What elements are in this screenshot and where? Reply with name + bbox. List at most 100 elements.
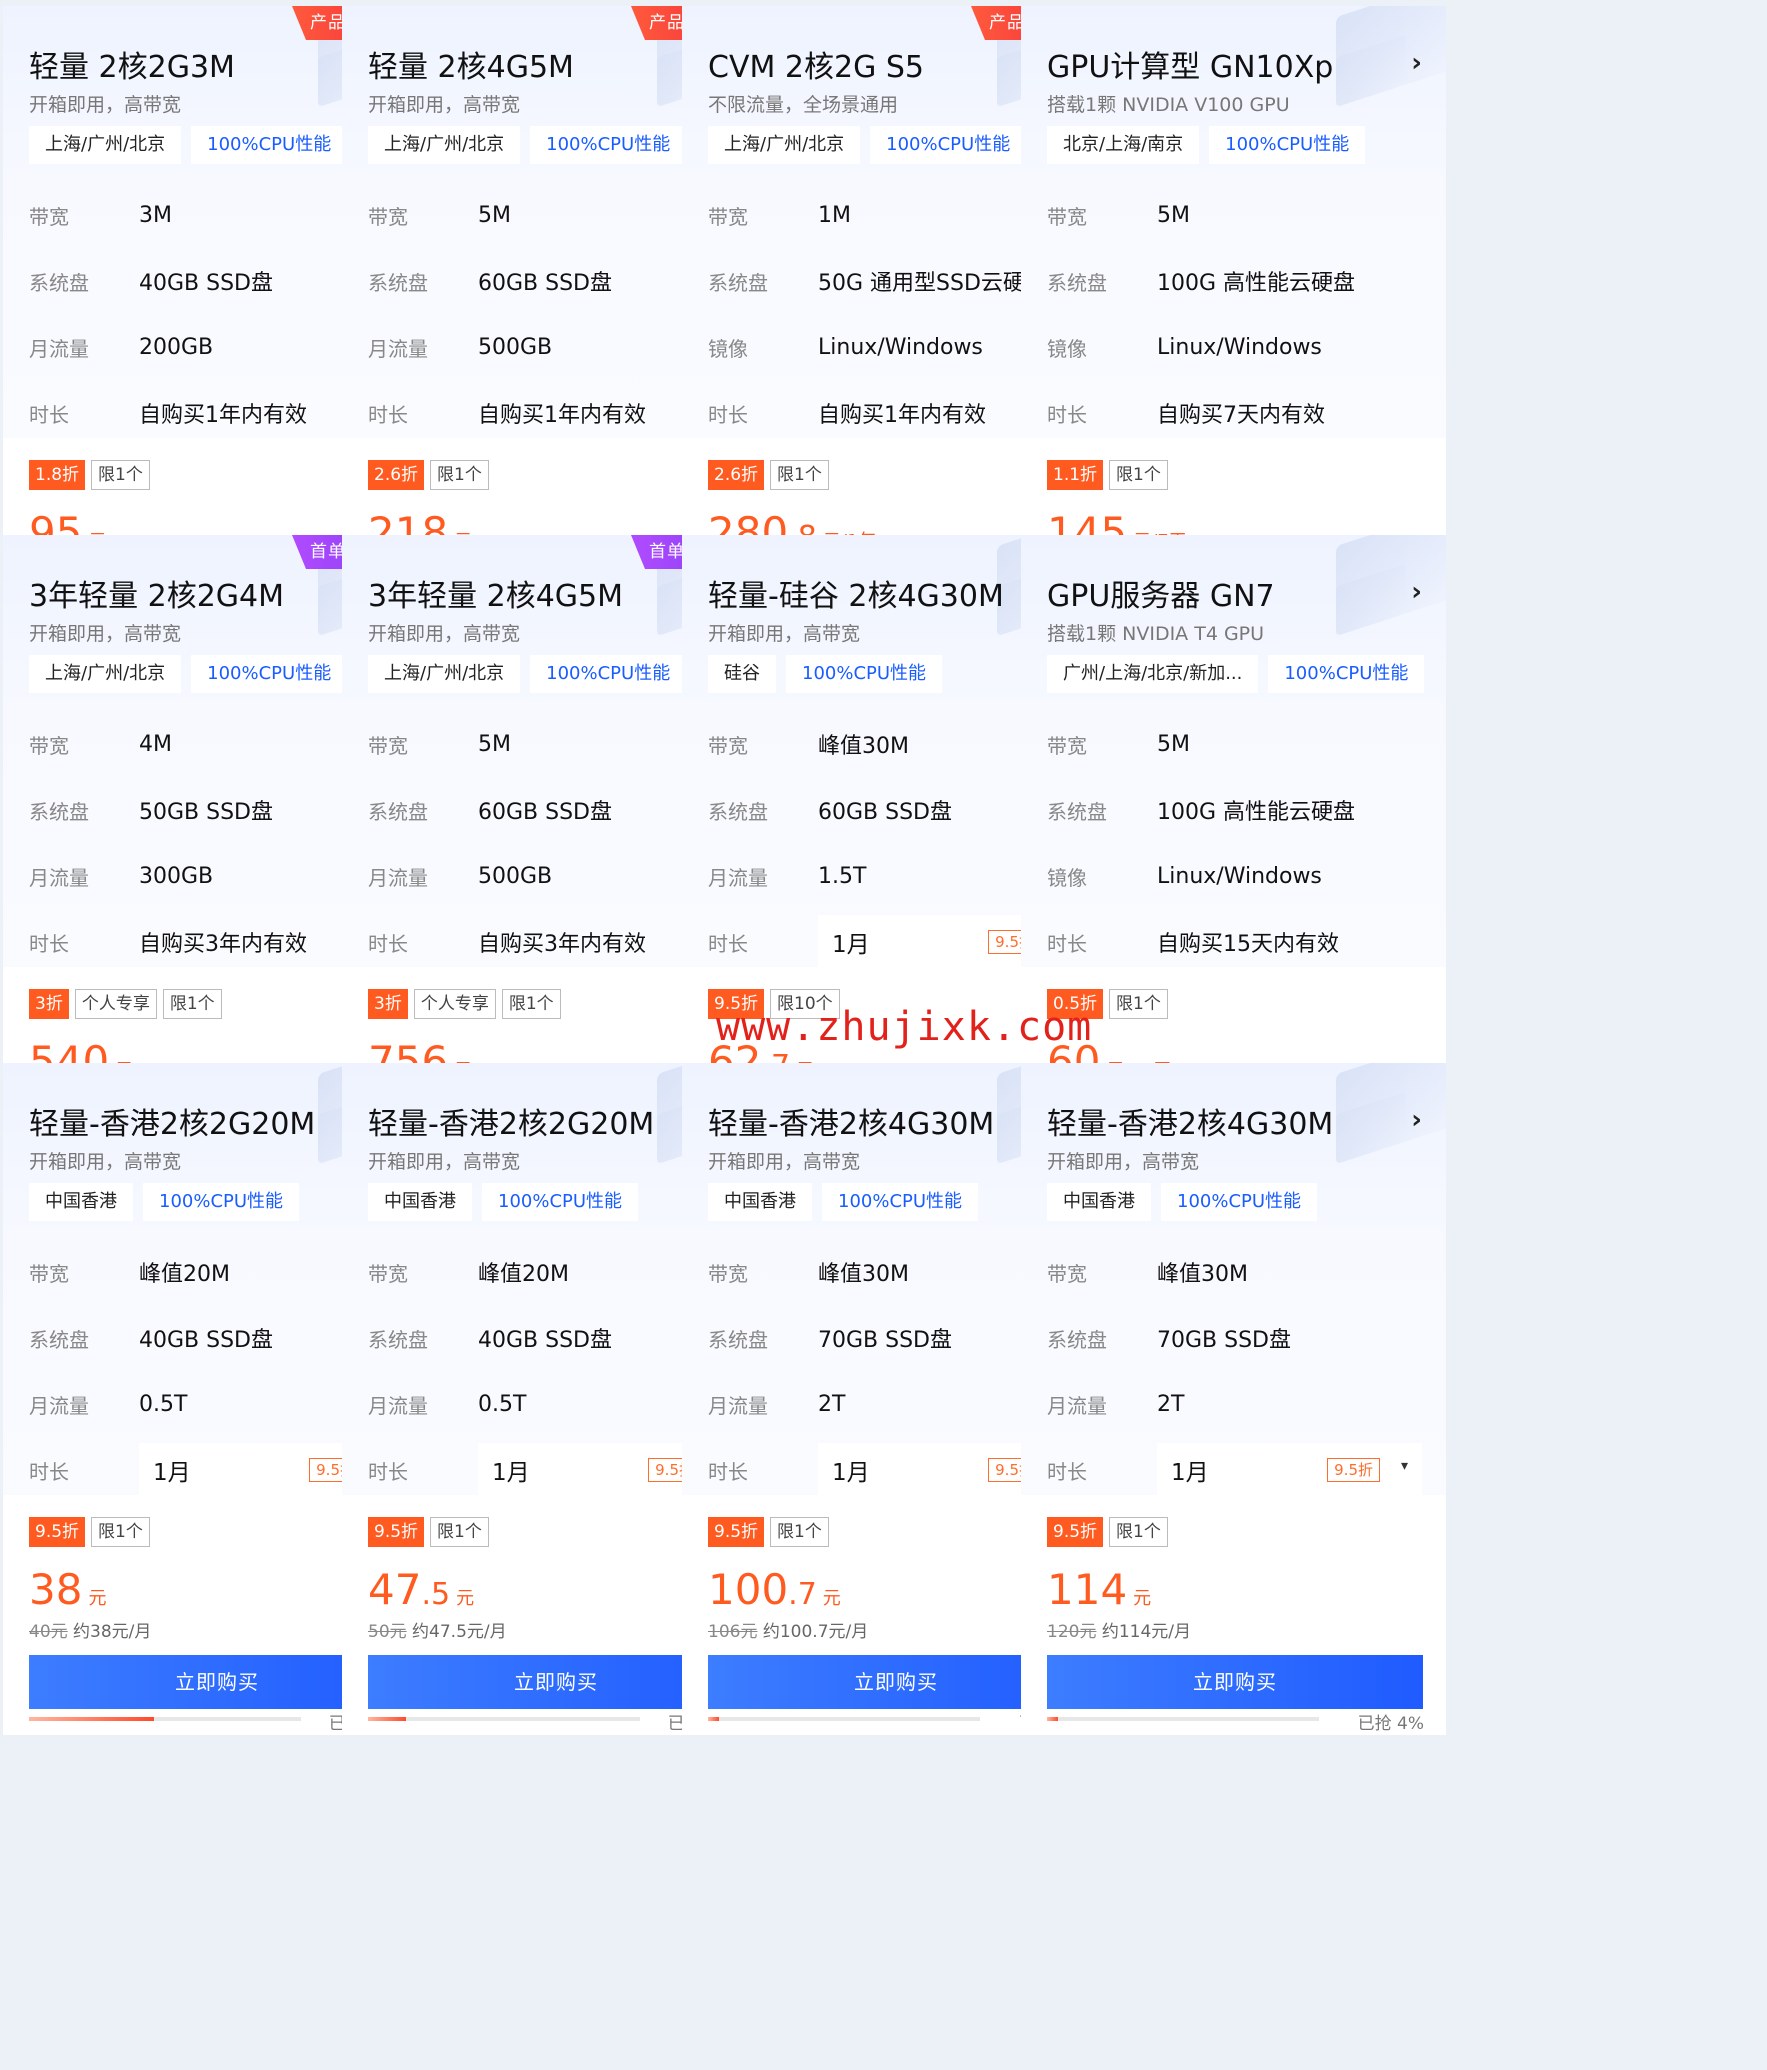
spec-label: 月流量: [368, 865, 428, 890]
tag-row: 上海/广州/北京 100%CPU性能: [29, 655, 348, 693]
duration-select[interactable]: 1月 9.5折 ▾: [1157, 1443, 1422, 1497]
per-unit-price: 约47.5元/月: [412, 1622, 507, 1642]
spec-value: 500GB: [478, 863, 553, 889]
product-subtitle: 开箱即用，高带宽: [368, 94, 521, 116]
product-title[interactable]: 轻量 2核2G3M: [29, 42, 235, 86]
spec-row: 带宽 峰值30M: [1047, 1239, 1422, 1305]
badge-row: 9.5折 限1个: [1047, 1517, 1168, 1547]
badge-row: 2.6折 限1个: [368, 460, 489, 490]
product-subtitle: 开箱即用，高带宽: [29, 94, 182, 116]
product-title[interactable]: GPU计算型 GN10Xp: [1047, 42, 1333, 86]
duration-value: 1月: [832, 1460, 870, 1486]
chevron-right-icon[interactable]: ›: [1411, 48, 1422, 78]
spec-label: 系统盘: [708, 1327, 768, 1352]
sold-progress-fill: [29, 1717, 155, 1721]
spec-value: Linux/Windows: [1157, 334, 1322, 360]
limit-badge: 限1个: [1109, 460, 1168, 490]
spec-label: 带宽: [708, 1261, 748, 1286]
price-unit: 元: [88, 1588, 107, 1609]
discount-badge: 2.6折: [708, 460, 765, 490]
spec-list: 带宽 5M 系统盘 100G 高性能云硬盘 镜像 Linux/Windows 时长 自购买7天…: [1047, 182, 1422, 446]
product-title[interactable]: 轻量-硅谷 2核4G30M: [708, 571, 1004, 615]
original-price: 40元: [29, 1622, 68, 1642]
chevron-right-icon[interactable]: ›: [1411, 577, 1422, 607]
original-price-line: 50元 约47.5元/月: [368, 1617, 507, 1642]
duration-value: 1月: [1171, 1460, 1209, 1486]
sold-progress-bar: [29, 1717, 301, 1721]
original-price: 120元: [1047, 1622, 1097, 1642]
tag-row: 中国香港 100%CPU性能: [29, 1183, 300, 1221]
discount-badge: 2.6折: [368, 460, 425, 490]
product-title[interactable]: 轻量 2核4G5M: [368, 42, 574, 86]
spec-label: 月流量: [29, 336, 89, 361]
sold-prefix: 已抢: [1357, 1714, 1392, 1734]
limit-badge: 限1个: [430, 460, 489, 490]
card-pricing-area: 9.5折 限1个 114 元 120元 约114元/月 立即购买 已抢 4%: [1021, 1495, 1446, 1735]
spec-label: 时长: [1047, 931, 1087, 956]
spec-list: 带宽 5M 系统盘 100G 高性能云硬盘 镜像 Linux/Windows 时长 自购买15…: [1047, 711, 1422, 975]
spec-label: 月流量: [708, 1393, 768, 1418]
cpu-performance-tag: 100%CPU性能: [482, 1183, 639, 1221]
product-subtitle: 开箱即用，高带宽: [29, 623, 182, 645]
spec-value: 自购买3年内有效: [139, 932, 307, 957]
spec-label: 时长: [368, 931, 408, 956]
spec-row: 时长 自购买7天内有效: [1047, 380, 1422, 446]
product-title[interactable]: 轻量-香港2核4G30M: [708, 1099, 994, 1143]
cpu-performance-tag: 100%CPU性能: [786, 655, 943, 693]
spec-value: 100G 高性能云硬盘: [1157, 271, 1356, 296]
product-subtitle: 开箱即用，高带宽: [708, 1151, 861, 1173]
buy-now-button[interactable]: 立即购买: [1047, 1655, 1423, 1709]
limit-badge: 限1个: [770, 460, 829, 490]
spec-label: 时长: [1047, 402, 1087, 427]
spec-row: 系统盘 70GB SSD盘: [1047, 1305, 1422, 1371]
product-title[interactable]: CVM 2核2G S5: [708, 42, 924, 86]
cpu-performance-tag: 100%CPU性能: [1268, 655, 1425, 693]
sold-progress-bar: [368, 1717, 640, 1721]
cpu-performance-tag: 100%CPU性能: [191, 655, 348, 693]
spec-label: 月流量: [368, 1393, 428, 1418]
product-title[interactable]: 轻量-香港2核4G30M: [1047, 1099, 1333, 1143]
discount-badge: 9.5折: [29, 1517, 86, 1547]
spec-value: 200GB: [139, 334, 214, 360]
spec-label: 系统盘: [708, 270, 768, 295]
price-integer: 100: [708, 1565, 789, 1614]
chevron-right-icon[interactable]: ›: [1411, 1105, 1422, 1135]
region-tag: 上海/广州/北京: [368, 655, 521, 693]
discount-badge: 9.5折: [1047, 1517, 1104, 1547]
limit-badge: 限1个: [91, 460, 150, 490]
spec-label: 系统盘: [29, 799, 89, 824]
cpu-performance-tag: 100%CPU性能: [870, 126, 1027, 164]
region-tag: 中国香港: [1047, 1183, 1151, 1221]
region-tag: 上海/广州/北京: [708, 126, 861, 164]
product-title[interactable]: 3年轻量 2核2G4M: [29, 571, 284, 615]
product-title[interactable]: 3年轻量 2核4G5M: [368, 571, 623, 615]
spec-label: 带宽: [1047, 733, 1087, 758]
spec-label: 镜像: [1047, 865, 1087, 890]
spec-label: 系统盘: [368, 270, 428, 295]
spec-row: 系统盘 100G 高性能云硬盘: [1047, 777, 1422, 843]
product-title[interactable]: 轻量-香港2核2G20M: [368, 1099, 654, 1143]
spec-label: 镜像: [708, 336, 748, 361]
spec-value: 5M: [1157, 202, 1190, 228]
spec-value: 峰值20M: [478, 1262, 569, 1287]
card-header-area: GPU服务器 GN7 › 搭载1颗 NVIDIA T4 GPU 广州/上海/北京/新加…: [1021, 535, 1446, 967]
product-title[interactable]: 轻量-香港2核2G20M: [29, 1099, 315, 1143]
product-subtitle: 开箱即用，高带宽: [708, 623, 861, 645]
cpu-performance-tag: 100%CPU性能: [191, 126, 348, 164]
spec-label: 系统盘: [1047, 1327, 1107, 1352]
region-tag: 中国香港: [368, 1183, 472, 1221]
duration-value: 1月: [832, 932, 870, 958]
product-card[interactable]: 轻量-香港2核4G30M › 开箱即用，高带宽中国香港 100%CPU性能带宽 峰值30…: [1021, 1063, 1446, 1735]
product-title[interactable]: GPU服务器 GN7: [1047, 571, 1275, 615]
region-tag: 北京/上海/南京: [1047, 126, 1200, 164]
spec-label: 系统盘: [368, 1327, 428, 1352]
discount-badge: 9.5折: [368, 1517, 425, 1547]
limit-badge: 个人专享: [413, 989, 496, 1019]
spec-value: 40GB SSD盘: [139, 1328, 273, 1353]
limit-badge: 限1个: [770, 1517, 829, 1547]
product-subtitle: 开箱即用，高带宽: [368, 1151, 521, 1173]
sold-progress-fill: [368, 1717, 407, 1721]
card-header-area: 轻量-香港2核4G30M › 开箱即用，高带宽中国香港 100%CPU性能带宽 峰值30…: [1021, 1063, 1446, 1497]
spec-label: 带宽: [708, 733, 748, 758]
spec-row: 带宽 5M: [1047, 711, 1422, 777]
